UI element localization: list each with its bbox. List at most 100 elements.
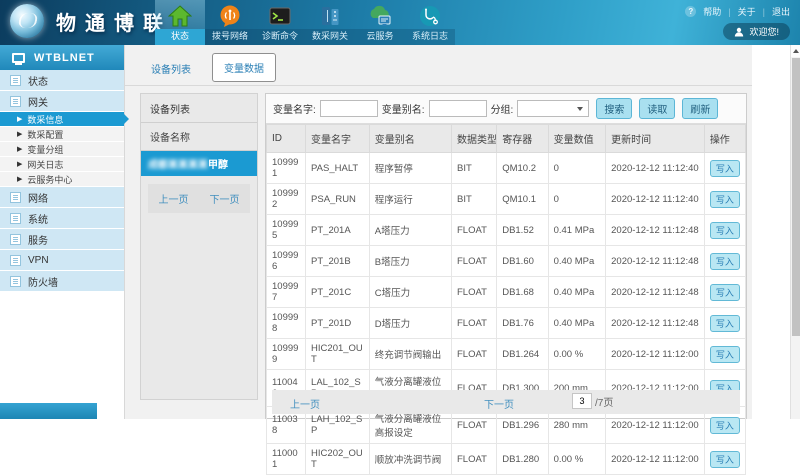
table-cell: DB1.52: [497, 215, 548, 246]
group-select[interactable]: [517, 100, 589, 117]
nav-item-system-log[interactable]: 系统日志: [405, 0, 455, 45]
page-total-label: /7页: [595, 394, 613, 409]
table-cell: 109998: [267, 308, 306, 339]
write-button[interactable]: 写入: [710, 191, 740, 208]
sidebar-footer-bar: [0, 403, 97, 419]
table-cell: 终充调节阀输出: [369, 339, 451, 370]
write-button[interactable]: 写入: [710, 315, 740, 332]
sidebar-item-network[interactable]: 网络: [0, 187, 124, 208]
brand-text: WTBLNET: [34, 52, 95, 64]
about-link[interactable]: 关于: [738, 5, 756, 18]
device-list-panel: 设备列表 设备名称 成都某某某某甲醇 上一页 下一页: [140, 93, 258, 400]
tabs-row: 设备列表 变量数据: [125, 57, 752, 86]
table-row: 109995PT_201AA塔压力FLOATDB1.520.41 MPa2020…: [267, 215, 746, 246]
next-page-link[interactable]: 下一页: [484, 396, 514, 411]
refresh-button[interactable]: 刷新: [682, 98, 718, 119]
write-button[interactable]: 写入: [710, 451, 740, 468]
nav-item-gateway[interactable]: 数采网关: [305, 0, 355, 45]
table-cell: PT_201D: [306, 308, 370, 339]
sidebar-item-label: 服务: [28, 232, 48, 247]
write-button[interactable]: 写入: [710, 253, 740, 270]
table-cell: DB1.264: [497, 339, 548, 370]
read-button[interactable]: 读取: [639, 98, 675, 119]
table-cell: DB1.76: [497, 308, 548, 339]
table-cell: 2020-12-12 11:12:00: [606, 444, 705, 475]
device-next-page-link[interactable]: 下一页: [210, 191, 240, 206]
table-cell: 顺放冲洗调节阀: [369, 444, 451, 475]
submenu-item-label: 云服务中心: [27, 173, 72, 186]
nav-item-diagnostic[interactable]: 诊断命令: [255, 0, 305, 45]
table-row: 109997PT_201CC塔压力FLOATDB1.680.40 MPa2020…: [267, 277, 746, 308]
sidebar-item-label: 系统: [28, 211, 48, 226]
nav-item-cloud-service[interactable]: 云服务: [355, 0, 405, 45]
prev-page-link[interactable]: 上一页: [290, 396, 320, 411]
operation-cell: 写入: [704, 277, 745, 308]
table-cell: HIC202_OUT: [306, 444, 370, 475]
table-cell: QM10.1: [497, 184, 548, 215]
table-cell: A塔压力: [369, 215, 451, 246]
operation-cell: 写入: [704, 444, 745, 475]
table-cell: PT_201C: [306, 277, 370, 308]
list-icon: [10, 213, 21, 224]
sidebar-item-gateway[interactable]: 网关: [0, 91, 124, 112]
table-row: 109996PT_201BB塔压力FLOATDB1.600.40 MPa2020…: [267, 246, 746, 277]
table-cell: 0.41 MPa: [548, 215, 606, 246]
nav-item-status[interactable]: 状态: [155, 0, 205, 45]
tab-variable-data[interactable]: 变量数据: [212, 53, 276, 82]
sidebar-item-service[interactable]: 服务: [0, 229, 124, 250]
write-button[interactable]: 写入: [710, 284, 740, 301]
submenu-item-gateway-log[interactable]: ▶ 网关日志: [0, 157, 124, 172]
table-cell: DB1.280: [497, 444, 548, 475]
sidebar-item-vpn[interactable]: VPN: [0, 250, 124, 271]
write-button[interactable]: 写入: [710, 417, 740, 434]
tab-device-list[interactable]: 设备列表: [140, 55, 202, 82]
page-number-input[interactable]: [572, 393, 592, 409]
table-body: 109991PAS_HALT程序暂停BITQM10.202020-12-12 1…: [267, 153, 746, 475]
link-divider: |: [763, 7, 765, 17]
table-cell: 0.00 %: [548, 444, 606, 475]
write-button[interactable]: 写入: [710, 222, 740, 239]
device-prev-page-link[interactable]: 上一页: [159, 191, 189, 206]
table-cell: 程序暂停: [369, 153, 451, 184]
submenu-item-data-info[interactable]: ▶ 数采信息: [0, 112, 124, 127]
gateway-submenu: ▶ 数采信息 ▶ 数采配置 ▶ 变量分组 ▶ 网关日志 ▶ 云服务中心: [0, 112, 124, 187]
submenu-item-variable-group[interactable]: ▶ 变量分组: [0, 142, 124, 157]
variable-name-label: 变量名字:: [273, 101, 316, 116]
write-button[interactable]: 写入: [710, 346, 740, 363]
write-button[interactable]: 写入: [710, 160, 740, 177]
operation-cell: 写入: [704, 308, 745, 339]
scroll-up-button[interactable]: [791, 45, 800, 57]
table-row: 109991PAS_HALT程序暂停BITQM10.202020-12-12 1…: [267, 153, 746, 184]
table-cell: 109992: [267, 184, 306, 215]
vertical-scrollbar[interactable]: [790, 45, 800, 419]
submenu-item-data-config[interactable]: ▶ 数采配置: [0, 127, 124, 142]
submenu-item-cloud-center[interactable]: ▶ 云服务中心: [0, 172, 124, 187]
table-cell: PAS_HALT: [306, 153, 370, 184]
sidebar-item-system[interactable]: 系统: [0, 208, 124, 229]
table-cell: 2020-12-12 11:12:40: [606, 153, 705, 184]
table-cell: 0.00 %: [548, 339, 606, 370]
variable-alias-input[interactable]: [429, 100, 487, 117]
variable-table-panel: 变量名字: 变量别名: 分组: 搜索 读取 刷新 ID 变量名字 变量别名 数据…: [265, 93, 747, 419]
col-variable-value: 变量数值: [548, 125, 606, 153]
sidebar-item-status[interactable]: 状态: [0, 70, 124, 91]
col-register: 寄存器: [497, 125, 548, 153]
welcome-badge[interactable]: 欢迎您!: [723, 23, 790, 40]
col-id: ID: [267, 125, 306, 153]
list-icon: [10, 96, 21, 107]
search-button[interactable]: 搜索: [596, 98, 632, 119]
variable-name-input[interactable]: [320, 100, 378, 117]
list-icon: [10, 192, 21, 203]
help-link[interactable]: 帮助: [703, 5, 721, 18]
table-cell: 0.40 MPa: [548, 246, 606, 277]
sidebar-brand: WTBLNET: [0, 45, 124, 70]
submenu-item-label: 数采配置: [27, 128, 63, 141]
sidebar-item-firewall[interactable]: 防火墙: [0, 271, 124, 292]
table-cell: HIC201_OUT: [306, 339, 370, 370]
operation-cell: 写入: [704, 184, 745, 215]
nav-item-dial-network[interactable]: 拨号网络: [205, 0, 255, 45]
logout-link[interactable]: 退出: [772, 5, 790, 18]
device-list-item[interactable]: 成都某某某某甲醇: [141, 151, 257, 176]
table-cell: 109999: [267, 339, 306, 370]
scrollbar-thumb[interactable]: [792, 58, 800, 336]
